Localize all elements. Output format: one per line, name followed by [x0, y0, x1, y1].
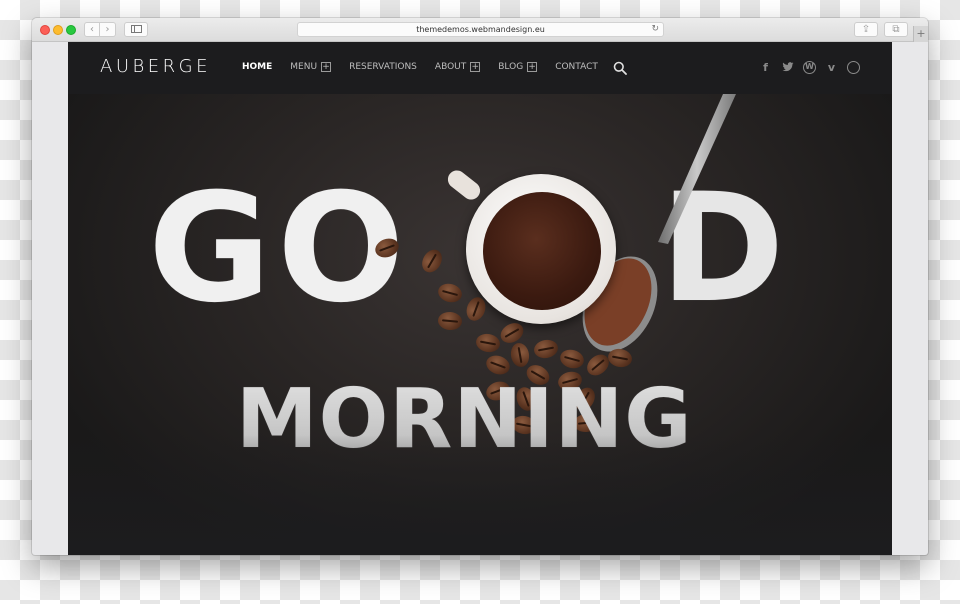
chevron-right-icon: › — [105, 24, 110, 35]
back-button[interactable]: ‹ — [84, 22, 100, 37]
coffee-bean — [437, 310, 463, 332]
nav-item-label: MENU — [290, 62, 318, 72]
nav-item-label: ABOUT — [434, 62, 467, 72]
chevron-left-icon: ‹ — [90, 24, 94, 35]
nav-item-label: CONTACT — [555, 62, 598, 72]
search-icon[interactable] — [613, 61, 627, 75]
coffee-bean — [606, 347, 634, 369]
site-header: AUBERGE HOME MENU + RESERVATIONS ABOUT + B… — [68, 42, 892, 94]
browser-window: ‹ › themedemos.webmandesign.eu ↻ ⇪ ⧉ + A… — [32, 18, 928, 555]
sidebar-icon — [130, 25, 142, 33]
address-bar[interactable]: themedemos.webmandesign.eu ↻ — [297, 22, 664, 37]
expand-submenu-icon[interactable]: + — [470, 62, 481, 72]
coffee-image — [483, 192, 601, 310]
coffee-bean — [418, 246, 446, 276]
show-tabs-button[interactable]: ⧉ — [884, 22, 908, 37]
site-logo[interactable]: AUBERGE — [100, 56, 211, 77]
wordpress-icon[interactable]: W — [803, 61, 816, 74]
twitter-icon[interactable] — [781, 61, 794, 74]
nav-item-label: BLOG — [498, 62, 524, 72]
hero-word-morning: MORNING — [236, 372, 693, 467]
forward-button[interactable]: › — [100, 22, 116, 37]
main-nav: HOME MENU + RESERVATIONS ABOUT + BLOG + CON… — [242, 62, 616, 72]
browser-toolbar: ‹ › themedemos.webmandesign.eu ↻ ⇪ ⧉ + — [32, 18, 928, 42]
coffee-cup-image — [466, 174, 616, 324]
reload-icon[interactable]: ↻ — [651, 23, 659, 36]
coffee-bean — [558, 347, 586, 371]
cup-handle-image — [444, 166, 484, 204]
nav-item-reservations[interactable]: RESERVATIONS — [349, 62, 417, 72]
nav-item-contact[interactable]: CONTACT — [555, 62, 598, 72]
plus-icon: + — [916, 27, 926, 40]
nav-item-menu[interactable]: MENU + — [290, 62, 332, 72]
social-links: f W v — [759, 61, 860, 74]
tabs-icon: ⧉ — [892, 24, 900, 35]
website-globe-icon[interactable] — [847, 61, 860, 74]
coffee-bean — [532, 338, 560, 360]
share-icon: ⇪ — [861, 24, 871, 35]
nav-item-label: HOME — [242, 62, 273, 72]
close-window-button[interactable] — [40, 25, 50, 35]
coffee-bean — [474, 332, 502, 354]
hero-word-d: D — [660, 162, 787, 336]
minimize-window-button[interactable] — [53, 25, 63, 35]
expand-submenu-icon[interactable]: + — [527, 62, 538, 72]
share-button[interactable]: ⇪ — [854, 22, 878, 37]
page-viewport: AUBERGE HOME MENU + RESERVATIONS ABOUT + B… — [68, 42, 892, 555]
nav-item-home[interactable]: HOME — [242, 62, 272, 72]
nav-item-about[interactable]: ABOUT + — [434, 62, 481, 72]
coffee-bean — [497, 319, 527, 347]
nav-item-blog[interactable]: BLOG + — [498, 62, 538, 72]
hero-word-go: GO — [148, 162, 411, 336]
sidebar-toggle-button[interactable] — [124, 22, 148, 37]
coffee-bean — [509, 341, 531, 369]
nav-item-label: RESERVATIONS — [349, 62, 417, 72]
new-tab-button[interactable]: + — [913, 26, 928, 42]
url-text: themedemos.webmandesign.eu — [416, 25, 545, 34]
vimeo-icon[interactable]: v — [825, 61, 838, 74]
coffee-bean — [436, 281, 464, 305]
maximize-window-button[interactable] — [66, 25, 76, 35]
hero-banner: GO D MORNING — [68, 94, 892, 555]
expand-submenu-icon[interactable]: + — [321, 62, 332, 72]
facebook-icon[interactable]: f — [759, 61, 772, 74]
